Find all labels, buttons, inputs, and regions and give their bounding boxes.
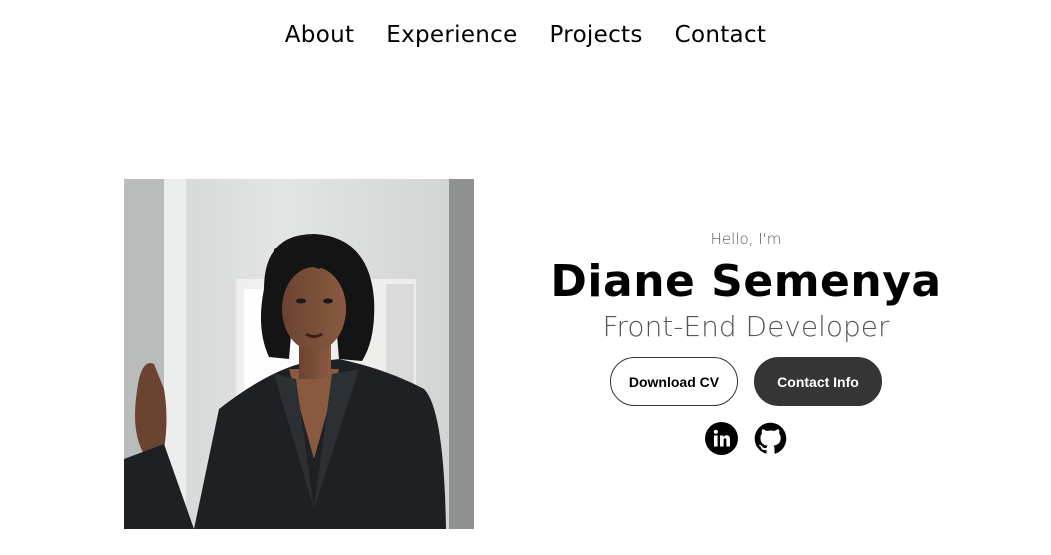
linkedin-icon[interactable] — [705, 422, 738, 456]
hero-section: Hello, I'm Diane Semenya Front-End Devel… — [540, 230, 952, 456]
download-cv-button[interactable]: Download CV — [610, 357, 738, 407]
hero-role: Front-End Developer — [602, 310, 890, 344]
contact-info-button[interactable]: Contact Info — [754, 357, 882, 407]
social-links — [540, 422, 952, 456]
nav-link-contact[interactable]: Contact — [675, 22, 767, 48]
profile-photo — [124, 179, 474, 529]
hero-name: Diane Semenya — [550, 256, 942, 307]
nav-link-about[interactable]: About — [285, 22, 355, 48]
hero-buttons: Download CV Contact Info — [540, 357, 952, 407]
greeting-text: Hello, I'm — [710, 230, 782, 248]
github-icon[interactable] — [754, 422, 787, 455]
nav-link-experience[interactable]: Experience — [386, 22, 517, 48]
top-nav: About Experience Projects Contact — [0, 22, 1051, 48]
nav-link-projects[interactable]: Projects — [550, 22, 643, 48]
